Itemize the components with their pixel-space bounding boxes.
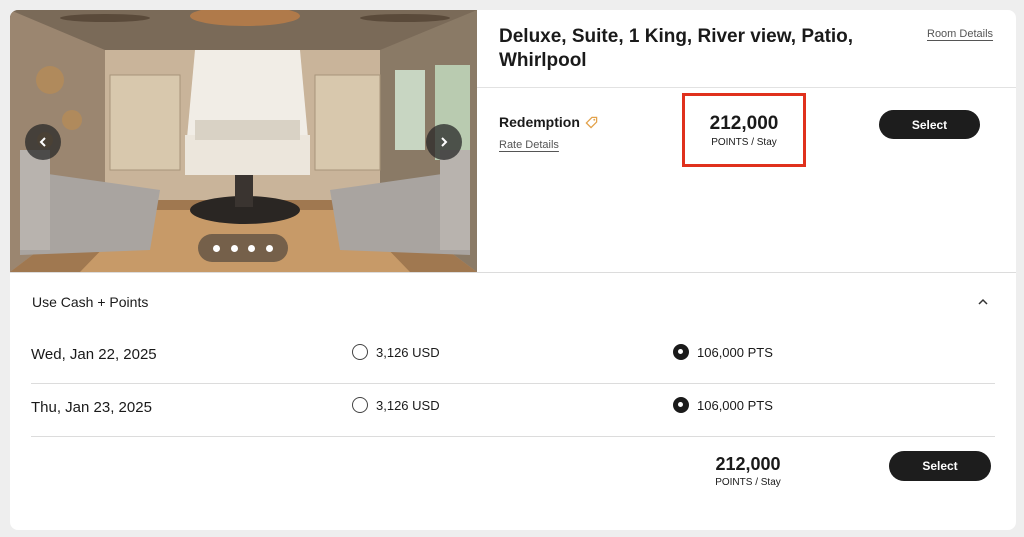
- points-option[interactable]: 106,000 PTS: [673, 397, 773, 413]
- select-button[interactable]: Select: [879, 110, 980, 139]
- gallery-dot[interactable]: [212, 244, 220, 252]
- room-photo-image: [10, 10, 477, 272]
- divider: [31, 436, 995, 437]
- row-date: Thu, Jan 23, 2025: [31, 399, 152, 416]
- cash-option[interactable]: 3,126 USD: [352, 397, 440, 413]
- gallery-dot[interactable]: [248, 244, 256, 252]
- room-photo[interactable]: [10, 10, 477, 272]
- select-button-cash-points[interactable]: Select: [889, 451, 991, 481]
- total-points-unit: POINTS / Stay: [715, 477, 781, 488]
- row-date: Wed, Jan 22, 2025: [31, 346, 157, 363]
- rate-label: Redemption: [499, 114, 598, 130]
- date-row: Wed, Jan 22, 2025 3,126 USD 106,000 PTS: [31, 330, 995, 382]
- rate-label-text: Redemption: [499, 114, 580, 130]
- points-price: 212,000: [709, 112, 779, 134]
- cash-points-label[interactable]: Use Cash + Points: [32, 294, 148, 310]
- cash-radio[interactable]: [352, 397, 368, 413]
- date-row: Thu, Jan 23, 2025 3,126 USD 106,000 PTS: [31, 383, 995, 435]
- gallery-dot[interactable]: [230, 244, 238, 252]
- cash-radio[interactable]: [352, 344, 368, 360]
- room-title: Deluxe, Suite, 1 King, River view, Patio…: [499, 25, 899, 73]
- points-amount: 106,000 PTS: [697, 397, 773, 413]
- cash-amount: 3,126 USD: [376, 344, 440, 360]
- room-title-line1: Deluxe, Suite, 1 King, River view, Patio…: [499, 26, 854, 47]
- room-title-line2: Whirlpool: [499, 50, 587, 71]
- divider: [477, 87, 1016, 88]
- room-details-link[interactable]: Room Details: [927, 28, 993, 40]
- rate-details-link[interactable]: Rate Details: [499, 139, 559, 151]
- tag-icon: [585, 116, 598, 129]
- gallery-prev-button[interactable]: [25, 124, 61, 160]
- total-points: 212,000 POINTS / Stay: [696, 453, 800, 488]
- cash-option[interactable]: 3,126 USD: [352, 344, 440, 360]
- cash-amount: 3,126 USD: [376, 397, 440, 413]
- points-amount: 106,000 PTS: [697, 344, 773, 360]
- points-radio[interactable]: [673, 397, 689, 413]
- total-points-value: 212,000: [715, 454, 781, 474]
- gallery-next-button[interactable]: [426, 124, 462, 160]
- gallery-dots: [198, 234, 288, 262]
- divider: [10, 272, 1016, 273]
- gallery-dot[interactable]: [266, 244, 274, 252]
- points-option[interactable]: 106,000 PTS: [673, 344, 773, 360]
- room-rate-card: Deluxe, Suite, 1 King, River view, Patio…: [10, 10, 1016, 530]
- chevron-left-icon: [39, 137, 46, 147]
- chevron-right-icon: [441, 137, 448, 147]
- points-unit: POINTS / Stay: [711, 136, 777, 148]
- points-price-highlight: 212,000 POINTS / Stay: [682, 93, 806, 167]
- points-radio[interactable]: [673, 344, 689, 360]
- chevron-up-icon[interactable]: [975, 294, 991, 310]
